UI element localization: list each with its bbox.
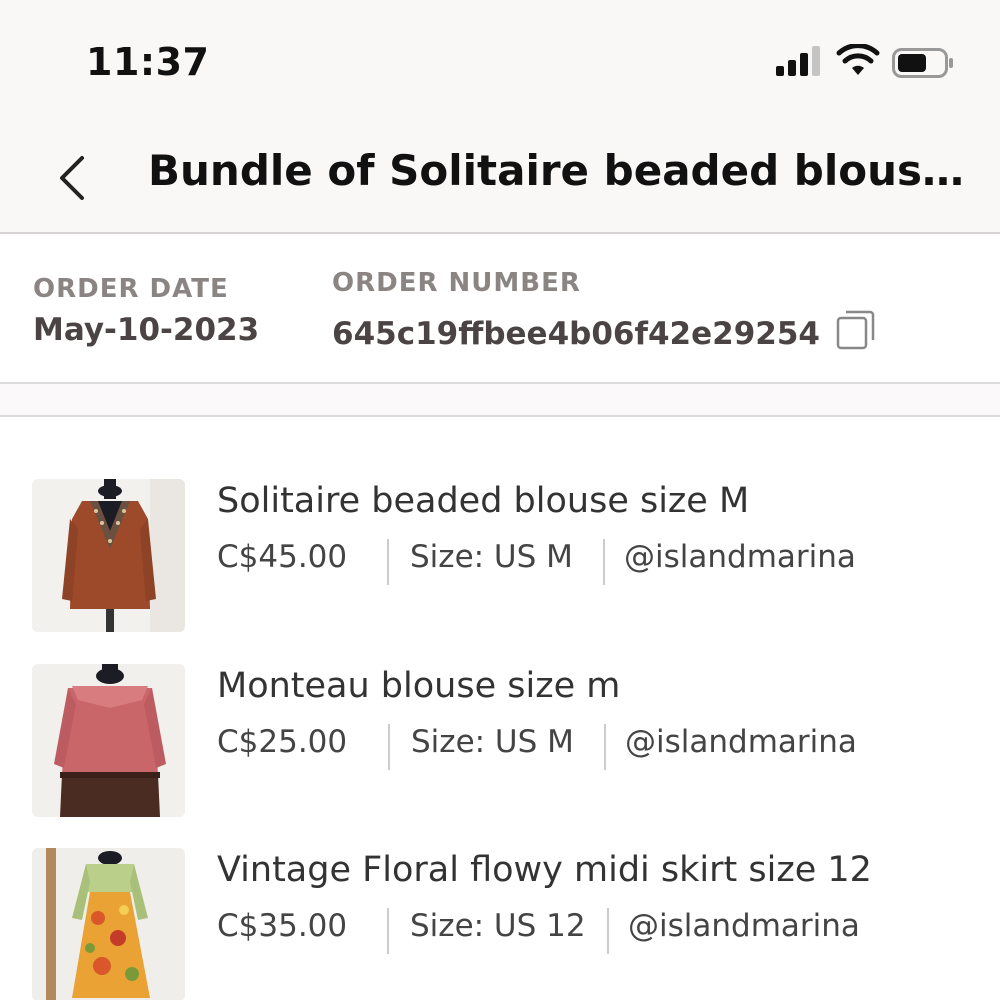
item-meta: C$35.00 Size: US 12 @islandmarina (217, 908, 977, 958)
order-item[interactable]: Vintage Floral flowy midi skirt size 12 … (0, 848, 1000, 1000)
cellular-signal-icon (776, 46, 820, 76)
battery-icon (892, 48, 953, 78)
divider (0, 415, 1000, 417)
chevron-left-icon (60, 156, 84, 200)
item-title: Vintage Floral flowy midi skirt size 12 (217, 850, 872, 890)
copy-icon (836, 310, 875, 350)
order-item[interactable]: Monteau blouse size m C$25.00 Size: US M… (0, 664, 1000, 824)
order-number-label: ORDER NUMBER (332, 268, 581, 298)
item-seller[interactable]: @islandmarina (624, 539, 856, 575)
item-size: Size: US M (410, 539, 573, 575)
section-spacer (0, 384, 1000, 416)
item-title: Monteau blouse size m (217, 666, 621, 706)
item-meta: C$45.00 Size: US M @islandmarina (217, 539, 977, 589)
item-meta: C$25.00 Size: US M @islandmarina (217, 724, 977, 774)
meta-separator (604, 724, 606, 770)
order-details-screen: 11:37 Bundle of Solitaire beaded blous..… (0, 0, 1000, 1000)
item-seller[interactable]: @islandmarina (625, 724, 857, 760)
meta-separator (387, 539, 389, 585)
nav-header: Bundle of Solitaire beaded blous... (0, 120, 1000, 234)
order-date-label: ORDER DATE (33, 274, 229, 304)
item-thumbnail[interactable] (32, 848, 185, 1000)
order-date-value: May-10-2023 (33, 312, 260, 348)
status-time: 11:37 (86, 40, 210, 84)
page-title: Bundle of Solitaire beaded blous... (148, 146, 968, 195)
item-title: Solitaire beaded blouse size M (217, 481, 750, 521)
item-size: Size: US 12 (410, 908, 586, 944)
copy-order-number-button[interactable] (834, 308, 880, 354)
item-price: C$25.00 (217, 724, 348, 760)
meta-separator (388, 724, 390, 770)
floral-skirt-photo (32, 848, 185, 1000)
meta-separator (607, 908, 609, 954)
order-item[interactable]: Solitaire beaded blouse size M C$45.00 S… (0, 479, 1000, 639)
item-price: C$35.00 (217, 908, 348, 944)
status-bar: 11:37 (0, 0, 1000, 120)
pink-blouse-photo (32, 664, 185, 817)
item-thumbnail[interactable] (32, 479, 185, 632)
beaded-blouse-photo (32, 479, 185, 632)
item-thumbnail[interactable] (32, 664, 185, 817)
order-number-value[interactable]: 645c19ffbee4b06f42e29254 (332, 316, 820, 352)
wifi-icon (836, 44, 880, 75)
item-size: Size: US M (411, 724, 574, 760)
meta-separator (387, 908, 389, 954)
item-price: C$45.00 (217, 539, 348, 575)
back-button[interactable] (44, 144, 104, 210)
order-info-section: ORDER DATE May-10-2023 ORDER NUMBER 645c… (0, 236, 1000, 382)
meta-separator (603, 539, 605, 585)
item-seller[interactable]: @islandmarina (628, 908, 860, 944)
